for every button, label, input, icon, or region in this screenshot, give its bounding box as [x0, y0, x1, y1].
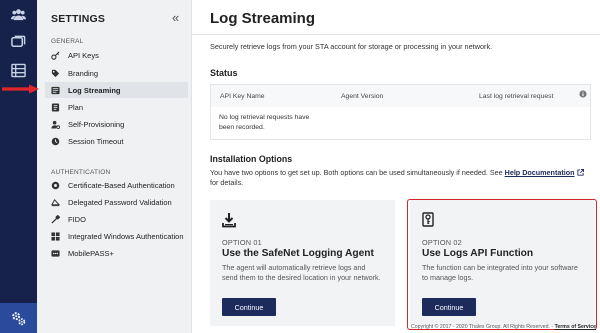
option-name: Use Logs API Function	[422, 248, 534, 259]
sidebar-item-label: FIDO	[68, 214, 86, 224]
delegated-icon	[51, 198, 60, 207]
sidebar-item-fido[interactable]: FIDO	[45, 211, 188, 227]
column-last-log-retrieval: Last log retrieval request	[479, 93, 554, 100]
help-documentation-link[interactable]: Help Documentation	[505, 168, 575, 177]
page-title: Log Streaming	[210, 10, 316, 27]
settings-button[interactable]	[0, 303, 37, 333]
title-divider	[192, 34, 600, 35]
sidebar-item-branding[interactable]: Branding	[45, 65, 188, 81]
option-card-logging-agent: OPTION 01 Use the SafeNet Logging Agent …	[210, 200, 395, 326]
settings-gear-icon	[12, 312, 26, 326]
option-name: Use the SafeNet Logging Agent	[222, 248, 374, 259]
page-intro: Securely retrieve logs from your STA acc…	[210, 42, 493, 51]
sidebar-item-label: Plan	[68, 102, 84, 112]
sidebar-item-api-keys[interactable]: API Keys	[45, 47, 188, 63]
sidebar-item-label: Self-Provisioning	[68, 119, 125, 129]
sidebar-item-certificate-based-authentication[interactable]: Certificate-Based Authentication	[45, 177, 188, 193]
stream-icon	[51, 86, 60, 95]
option-number: OPTION 02	[422, 238, 462, 247]
windows-auth-icon	[51, 231, 60, 241]
sidebar-item-mobilepass[interactable]: MobilePASS+	[45, 245, 188, 261]
main-content: Log Streaming Securely retrieve logs fro…	[192, 0, 600, 333]
icon-rail	[0, 0, 37, 333]
install-desc-text: for details.	[210, 178, 244, 187]
plan-icon	[51, 102, 60, 112]
sidebar-item-label: Log Streaming	[68, 85, 121, 95]
status-table: API Key Name Agent Version Last log retr…	[210, 84, 591, 140]
key-icon	[51, 51, 60, 60]
sidebar-item-delegated-password-validation[interactable]: Delegated Password Validation	[45, 194, 188, 210]
status-empty-message: No log retrieval requests have been reco…	[219, 113, 329, 133]
option-number: OPTION 01	[222, 238, 262, 247]
sidebar-item-label: API Keys	[68, 50, 99, 60]
user-gear-icon	[51, 120, 60, 129]
windows-icon[interactable]	[11, 34, 26, 49]
settings-sidebar: SETTINGS « GENERAL API Keys Branding Log…	[37, 0, 192, 333]
sidebar-item-integrated-windows-authentication[interactable]: Integrated Windows Authentication	[45, 228, 188, 244]
sidebar-item-label: Delegated Password Validation	[68, 197, 172, 207]
fido-key-icon	[51, 214, 60, 224]
installation-options-heading: Installation Options	[210, 154, 293, 164]
status-empty-line: No log retrieval requests have	[219, 114, 310, 121]
option-card-logs-api: OPTION 02 Use Logs API Function The func…	[410, 200, 595, 326]
sidebar-item-label: Integrated Windows Authentication	[68, 231, 184, 241]
status-empty-line: been recorded.	[219, 124, 265, 131]
sidebar-item-label: Branding	[68, 68, 99, 78]
list-icon[interactable]	[11, 63, 26, 78]
mobile-icon	[51, 249, 60, 258]
continue-button-api[interactable]: Continue	[422, 298, 476, 316]
option-description: The function can be integrated into your…	[422, 263, 578, 282]
certificate-icon	[51, 181, 60, 190]
copyright-text: Copyright © 2017 - 2020 Thales Group. Al…	[410, 324, 555, 330]
sidebar-item-log-streaming[interactable]: Log Streaming	[45, 82, 188, 98]
download-icon	[222, 212, 236, 228]
sidebar-item-label: Session Timeout	[68, 136, 124, 146]
sidebar-item-plan[interactable]: Plan	[45, 99, 188, 115]
install-desc-text: You have two options to get set up. Both…	[210, 168, 505, 177]
section-label-general: GENERAL	[51, 38, 84, 45]
section-label-authentication: AUTHENTICATION	[51, 169, 111, 176]
column-api-key-name: API Key Name	[220, 93, 265, 100]
column-agent-version: Agent Version	[341, 93, 384, 100]
sidebar-item-label: Certificate-Based Authentication	[68, 180, 175, 190]
installation-options-description: You have two options to get set up. Both…	[210, 168, 595, 188]
info-icon[interactable]	[579, 90, 587, 98]
sidebar-item-self-provisioning[interactable]: Self-Provisioning	[45, 116, 188, 132]
clock-icon	[51, 137, 60, 146]
option-description: The agent will automatically retrieve lo…	[222, 263, 381, 282]
users-icon[interactable]	[11, 7, 26, 22]
status-table-header: API Key Name Agent Version Last log retr…	[211, 85, 590, 107]
terms-of-service-link[interactable]: Terms of Service	[555, 324, 596, 330]
status-heading: Status	[210, 68, 238, 78]
sidebar-item-session-timeout[interactable]: Session Timeout	[45, 133, 188, 149]
footer: Copyright © 2017 - 2020 Thales Group. Al…	[411, 324, 596, 330]
pointer-arrow	[2, 84, 39, 94]
tag-icon	[51, 69, 60, 78]
collapse-sidebar-button[interactable]: «	[172, 10, 179, 25]
sidebar-title: SETTINGS	[51, 13, 106, 25]
continue-button-agent[interactable]: Continue	[222, 298, 276, 316]
sidebar-item-label: MobilePASS+	[68, 248, 114, 258]
external-link-icon[interactable]	[576, 169, 584, 176]
api-function-icon	[422, 212, 436, 228]
